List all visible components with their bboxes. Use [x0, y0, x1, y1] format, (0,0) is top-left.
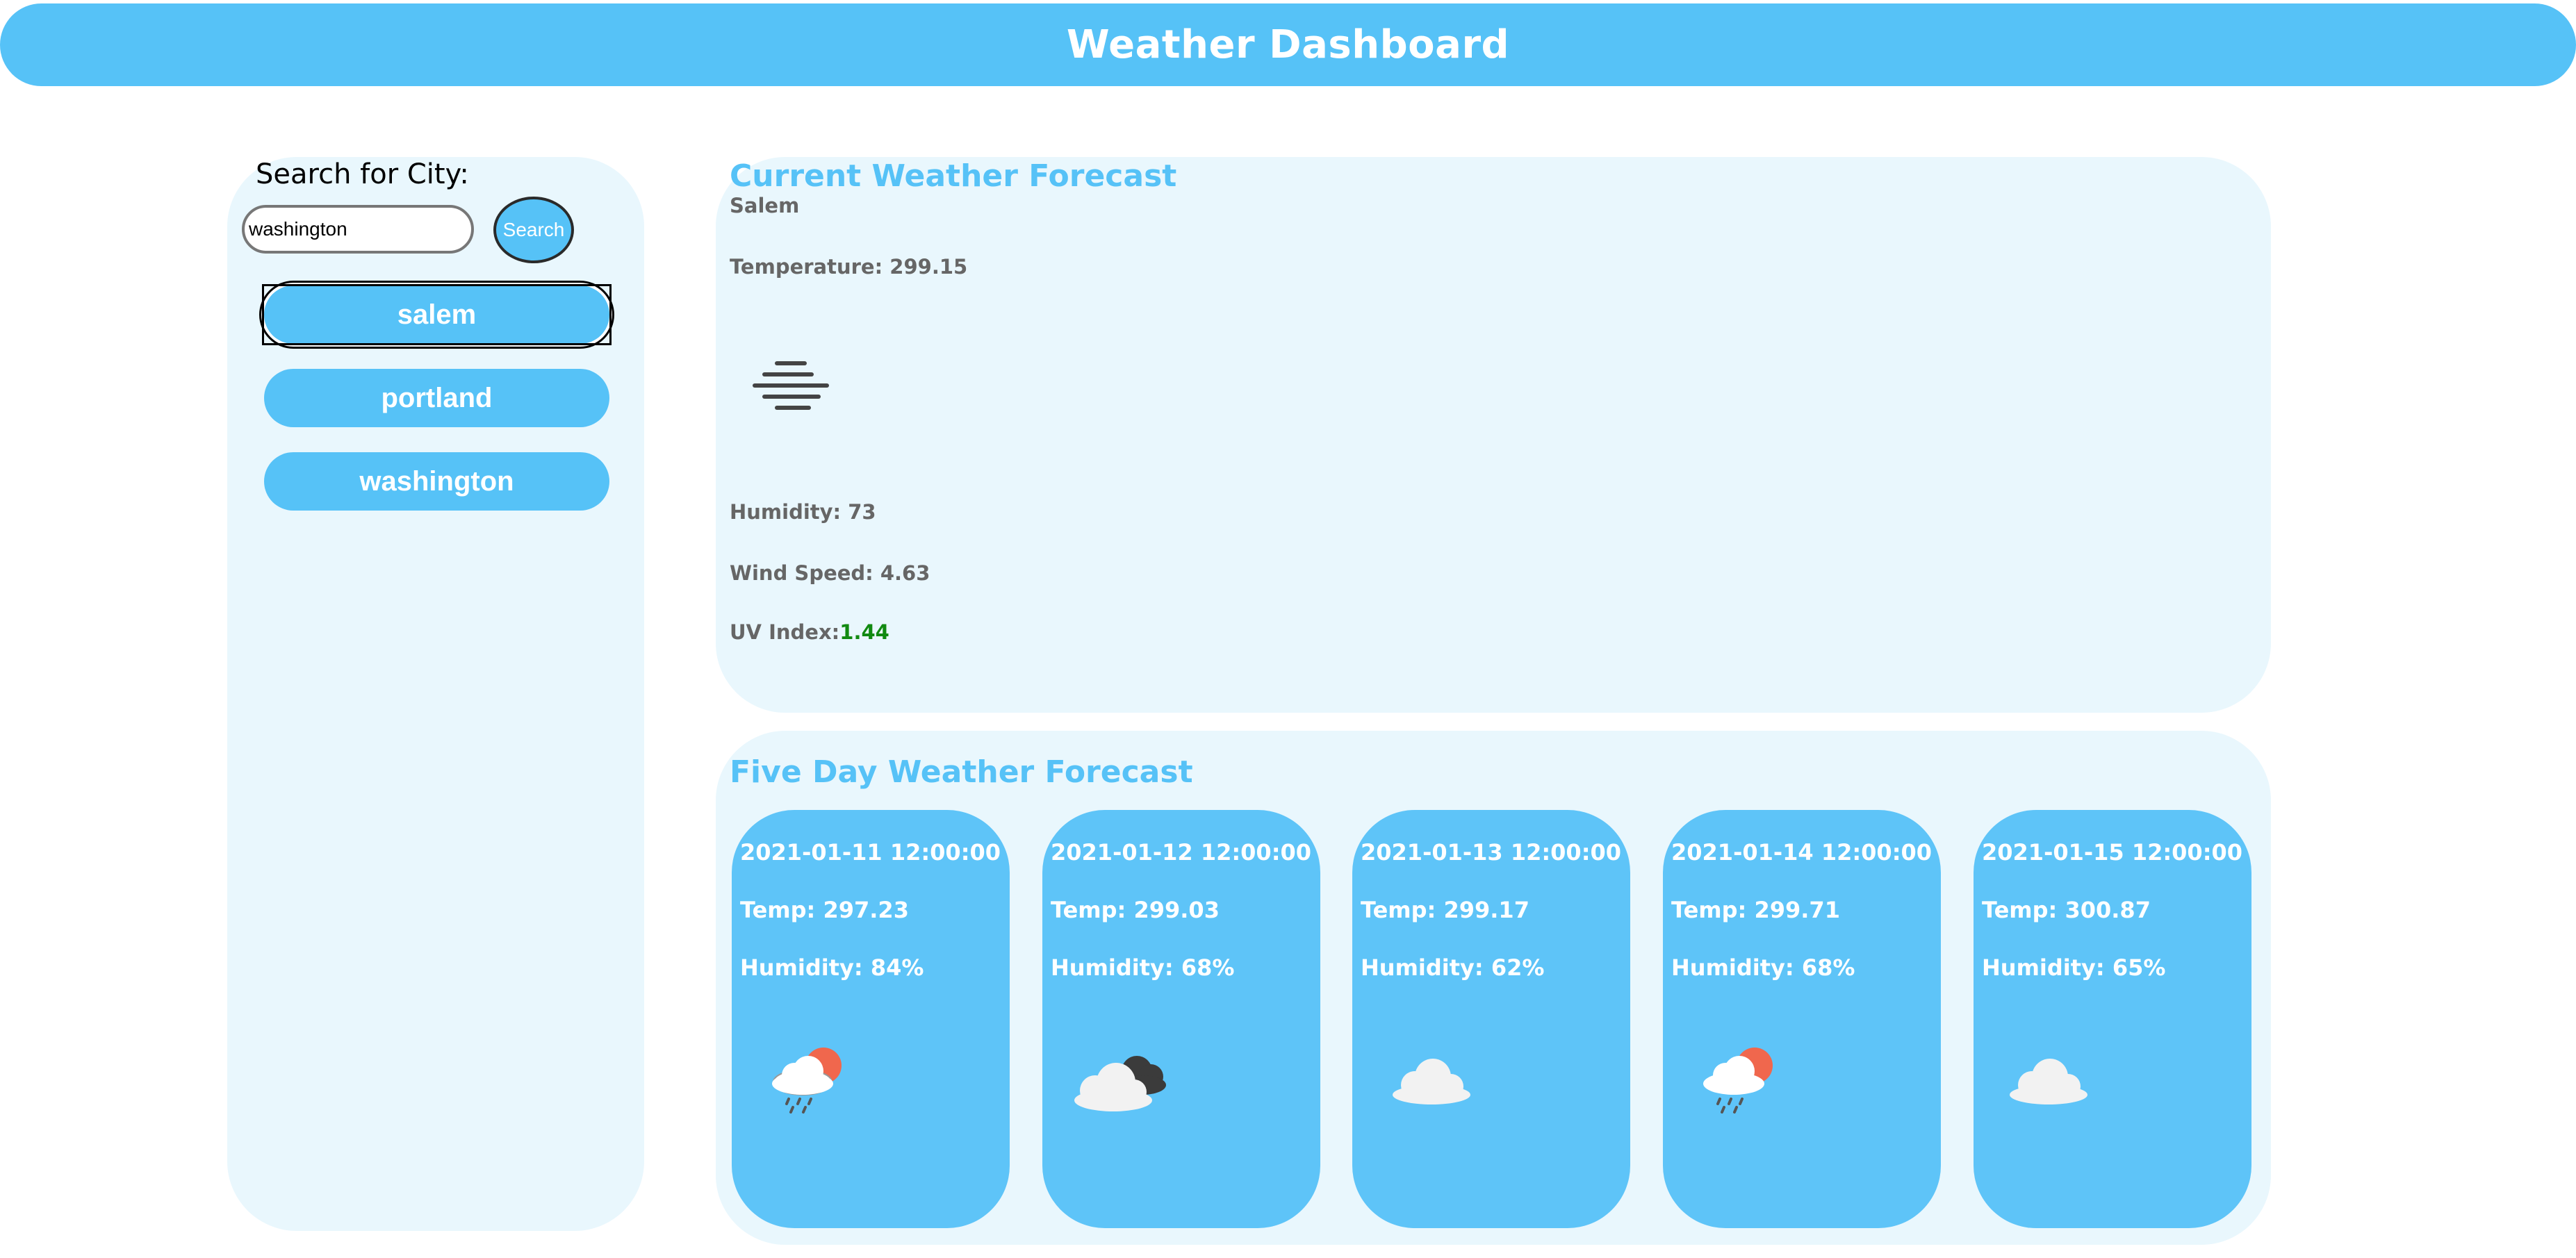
- current-weather-panel: [716, 157, 2271, 713]
- forecast-humidity: Humidity: 84%: [740, 954, 924, 981]
- search-label: Search for City:: [256, 158, 469, 190]
- city-button-salem[interactable]: salem: [262, 284, 612, 345]
- forecast-temp: Temp: 300.87: [1982, 897, 2151, 923]
- forecast-temp: Temp: 297.23: [740, 897, 909, 923]
- uv-index-value: 1.44: [839, 620, 889, 644]
- forecast-humidity: Humidity: 62%: [1361, 954, 1545, 981]
- page-title: Weather Dashboard: [1066, 22, 1510, 67]
- header-bar: Weather Dashboard: [0, 3, 2576, 86]
- forecast-date: 2021-01-13 12:00:00: [1361, 839, 1622, 866]
- five-day-forecast-title: Five Day Weather Forecast: [730, 754, 1193, 790]
- cloud-icon: [2010, 1059, 2087, 1104]
- current-wind-speed: Wind Speed: 4.63: [730, 561, 930, 585]
- forecast-date: 2021-01-14 12:00:00: [1671, 839, 1933, 866]
- forecast-temp: Temp: 299.03: [1051, 897, 1220, 923]
- uv-index-label: UV Index:: [730, 620, 840, 644]
- forecast-date: 2021-01-15 12:00:00: [1982, 839, 2243, 866]
- forecast-temp: Temp: 299.17: [1361, 897, 1529, 923]
- forecast-card: 2021-01-15 12:00:00 Temp: 300.87 Humidit…: [1974, 810, 2251, 1228]
- broken-clouds-icon: [1074, 1056, 1166, 1111]
- forecast-card: 2021-01-13 12:00:00 Temp: 299.17 Humidit…: [1352, 810, 1630, 1228]
- city-search-input[interactable]: [242, 205, 474, 254]
- mist-icon: [753, 361, 829, 410]
- current-uv-index: UV Index:1.44: [730, 620, 889, 644]
- cloud-icon: [1393, 1059, 1470, 1104]
- rain-sun-icon: [772, 1048, 842, 1114]
- city-button-portland[interactable]: portland: [264, 369, 609, 427]
- forecast-card: 2021-01-11 12:00:00 Temp: 297.23 Humidit…: [732, 810, 1010, 1228]
- search-button[interactable]: Search: [493, 197, 574, 263]
- current-weather-title: Current Weather Forecast: [730, 158, 1177, 194]
- forecast-humidity: Humidity: 68%: [1671, 954, 1855, 981]
- city-button-washington[interactable]: washington: [264, 452, 609, 511]
- forecast-card: 2021-01-14 12:00:00 Temp: 299.71 Humidit…: [1663, 810, 1941, 1228]
- forecast-card: 2021-01-12 12:00:00 Temp: 299.03 Humidit…: [1042, 810, 1320, 1228]
- current-temperature: Temperature: 299.15: [730, 255, 968, 279]
- rain-sun-icon: [1703, 1048, 1773, 1114]
- forecast-humidity: Humidity: 65%: [1982, 954, 2166, 981]
- forecast-temp: Temp: 299.71: [1671, 897, 1840, 923]
- current-humidity: Humidity: 73: [730, 500, 876, 524]
- current-city: Salem: [730, 194, 800, 217]
- forecast-date: 2021-01-12 12:00:00: [1051, 839, 1312, 866]
- forecast-date: 2021-01-11 12:00:00: [740, 839, 1001, 866]
- forecast-humidity: Humidity: 68%: [1051, 954, 1235, 981]
